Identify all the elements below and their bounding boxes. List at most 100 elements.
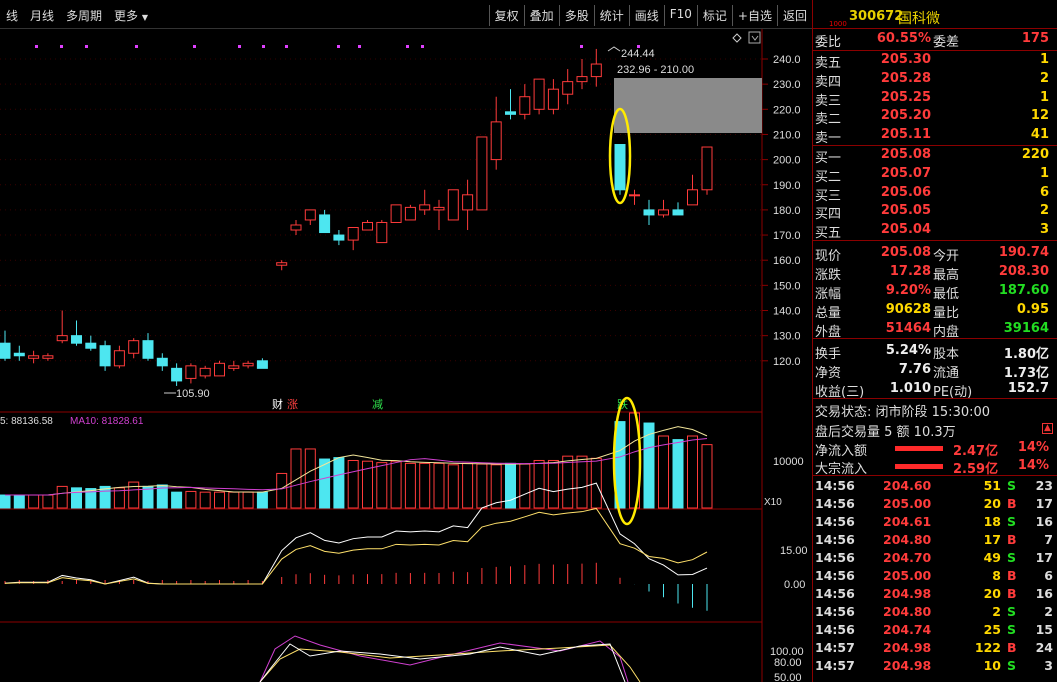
quote-price: 205.07 <box>880 165 931 181</box>
restore-right-button[interactable]: 复权 <box>488 5 524 26</box>
price-axis-label: 180.0 <box>773 205 801 217</box>
tick-side: B <box>1007 639 1017 655</box>
volume-bar <box>433 462 445 509</box>
quote-row[interactable]: 买五 205.04 3 <box>813 221 1057 241</box>
candle-body <box>42 355 54 359</box>
volume-bar <box>672 439 684 509</box>
flow-label: 大宗流入 <box>815 461 868 477</box>
quote-row[interactable]: 买四 205.05 2 <box>813 202 1057 222</box>
selection-range-box[interactable] <box>614 78 762 133</box>
kline-chart[interactable]: 240.0 230.0 220.0 210.0 200.0 190.0 180.0 170.0… <box>0 29 812 682</box>
candle-body <box>490 121 502 161</box>
marker-dot <box>337 45 340 48</box>
volume-bar <box>228 491 240 509</box>
high-label: 244.44 <box>621 48 655 60</box>
tick-row[interactable]: 14:56 204.74 25 S 15 <box>813 620 1057 638</box>
kdj-axis-50: 50.00 <box>774 672 802 682</box>
candle-body <box>701 146 713 191</box>
quote-panel: 1000 300672 国科微 委比 60.55% 委差 175 卖五 205.3… <box>812 0 1057 682</box>
volume-bar <box>347 459 359 509</box>
chart-settings-box[interactable] <box>748 31 761 44</box>
candle-body <box>347 227 359 241</box>
candle-body <box>142 340 154 359</box>
tab-month[interactable]: 月线 <box>24 7 60 24</box>
tick-row[interactable]: 14:56 204.80 2 S 2 <box>813 602 1057 620</box>
stat-label-2: 内盘 <box>933 324 960 340</box>
candle-body <box>319 214 331 234</box>
stock-code[interactable]: 300672 <box>849 9 903 24</box>
tab-period-line[interactable]: 线 <box>0 7 24 24</box>
tick-volume: 25 <box>983 621 1001 637</box>
quote-price: 205.20 <box>880 108 931 124</box>
tick-row[interactable]: 14:57 204.98 10 S 3 <box>813 656 1057 674</box>
quote-row[interactable]: 卖一 205.11 41 <box>813 126 1057 146</box>
tick-row[interactable]: 14:56 204.98 20 B 16 <box>813 584 1057 602</box>
high-annotation: 244.44 232.96 - 210.00 <box>607 46 694 76</box>
tick-list[interactable]: 14:56 204.60 51 S 23 14:56 205.00 20 B 17 14:56 204… <box>813 476 1057 674</box>
expand-icon[interactable]: ▲ <box>1042 422 1053 434</box>
stat-row: 涨跌 17.28 最高 208.30 <box>813 262 1057 283</box>
quote-volume: 2 <box>1039 203 1049 219</box>
mark-button[interactable]: 标记 <box>696 5 732 26</box>
volume-bar <box>404 462 416 509</box>
candle-body <box>276 262 288 266</box>
tab-more[interactable]: 更多 ▼ <box>108 7 154 24</box>
tick-time: 14:56 <box>815 513 855 529</box>
tick-row[interactable]: 14:56 205.00 20 B 17 <box>813 494 1057 512</box>
back-button[interactable]: 返回 <box>776 5 812 26</box>
more-label: 更多 <box>114 9 139 23</box>
draw-line-button[interactable]: 画线 <box>628 5 664 26</box>
chart-toolbar: 线 月线 多周期 更多 ▼ 复权 叠加 多股 统计 画线 F10 标记 +自选 … <box>0 0 812 29</box>
quote-volume: 1 <box>1039 165 1049 181</box>
diamond-icon[interactable] <box>732 33 742 43</box>
candle-body <box>199 367 211 377</box>
volume-bar <box>276 472 288 509</box>
statistics-button[interactable]: 统计 <box>593 5 629 26</box>
quote-row[interactable]: 卖五 205.30 1 <box>813 51 1057 71</box>
marker-finance[interactable]: 财 <box>272 397 283 411</box>
quote-price: 205.25 <box>880 89 931 105</box>
quote-level: 买三 <box>815 188 842 204</box>
tick-volume: 8 <box>992 567 1001 583</box>
candle-body <box>185 365 197 379</box>
marker-reduce[interactable]: 减 <box>372 398 383 411</box>
tick-row[interactable]: 14:56 204.80 17 B 7 <box>813 530 1057 548</box>
tick-row[interactable]: 14:57 204.98 122 B 24 <box>813 638 1057 656</box>
marker-rise[interactable]: 涨 <box>287 398 298 411</box>
quote-row[interactable]: 买三 205.06 6 <box>813 184 1057 204</box>
candle-body <box>533 78 545 110</box>
quote-level: 卖五 <box>815 56 842 71</box>
tick-row[interactable]: 14:56 204.61 18 S 16 <box>813 512 1057 530</box>
flow-pct: 14% <box>1017 439 1049 455</box>
volume-bar <box>519 463 531 509</box>
quote-row[interactable]: 卖四 205.28 2 <box>813 70 1057 90</box>
volume-bar <box>462 462 474 509</box>
quote-row[interactable]: 卖三 205.25 1 <box>813 89 1057 109</box>
fund-flow: 净流入额 2.47亿 14% 大宗流入 2.59亿 14% <box>813 439 1057 477</box>
multi-stock-button[interactable]: 多股 <box>558 5 594 26</box>
header-tag: 1000 <box>829 20 847 28</box>
volume-bar <box>304 448 316 509</box>
quote-row[interactable]: 卖二 205.20 12 <box>813 107 1057 127</box>
tick-row[interactable]: 14:56 204.70 49 S 17 <box>813 548 1057 566</box>
quote-price: 205.11 <box>880 127 931 143</box>
tick-row[interactable]: 14:56 204.60 51 S 23 <box>813 476 1057 494</box>
quote-row[interactable]: 买二 205.07 1 <box>813 165 1057 185</box>
tick-row[interactable]: 14:56 205.00 8 B 6 <box>813 566 1057 584</box>
volume-bar <box>701 444 713 509</box>
volume-bar <box>658 435 669 509</box>
tab-multi-period[interactable]: 多周期 <box>60 7 108 24</box>
stock-name[interactable]: 国科微 <box>898 8 940 28</box>
tick-volume: 51 <box>983 477 1001 493</box>
candle-body <box>614 144 626 191</box>
f10-button[interactable]: F10 <box>663 5 697 26</box>
chart-canvas[interactable]: 240.0 230.0 220.0 210.0 200.0 190.0 180.0 170.0… <box>0 29 812 682</box>
tick-price: 205.00 <box>883 567 932 583</box>
candle-body <box>362 221 373 231</box>
quote-price: 205.30 <box>880 52 931 67</box>
volume-bar <box>13 494 25 509</box>
quote-row[interactable]: 买一 205.08 220 <box>813 146 1057 166</box>
add-watchlist-button[interactable]: +自选 <box>731 5 777 26</box>
overlay-button[interactable]: 叠加 <box>523 5 559 26</box>
price-axis-label: 220.0 <box>773 104 801 116</box>
